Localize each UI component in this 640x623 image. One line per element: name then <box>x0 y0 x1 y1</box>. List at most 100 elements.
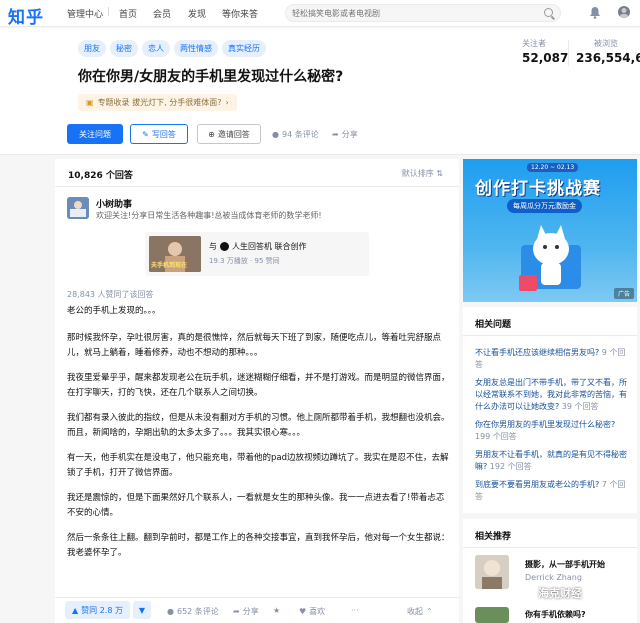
invite-user-icon: ⊕ <box>208 129 215 139</box>
related-question-item[interactable]: 到底要不要看男朋友或老公的手机? 7 个回答 <box>475 479 631 503</box>
answer-comments-label: 652 条评论 <box>176 607 219 616</box>
related-question-text[interactable]: 不让看手机还应该继续相信男友吗? <box>475 348 599 357</box>
related-question-text[interactable]: 到底要不要看男朋友或老公的手机? <box>475 480 599 489</box>
recommend-title[interactable]: 你有手机依赖吗? <box>525 609 586 620</box>
question-header: 朋友 秘密 恋人 两性情感 真实经历 你在你男/女朋友的手机里发现过什么秘密? … <box>0 28 640 155</box>
question-title: 你在你男/女朋友的手机里发现过什么秘密? <box>78 69 344 85</box>
topic-tag[interactable]: 朋友 <box>78 40 106 57</box>
like-label: 喜欢 <box>309 607 326 616</box>
nav-admin-center[interactable]: 管理中心 <box>67 7 103 20</box>
answer-share-button[interactable]: ➦ 分享 <box>233 606 259 617</box>
search-box[interactable] <box>285 4 561 22</box>
related-question-text[interactable]: 女朋友总是出门不带手机，带了又不看，所以经常联系不到她，我对此非常的苦恼，有什么… <box>475 378 627 411</box>
answer-comments-button[interactable]: ● 652 条评论 <box>167 606 219 617</box>
creator-logo-icon <box>220 242 229 251</box>
sort-label: 默认排序 <box>401 169 434 178</box>
answer-action-bar: ▲ 赞同 2.8 万 ▼ ● 652 条评论 ➦ 分享 ★ ♥ 喜欢 ··· 收… <box>55 599 459 623</box>
nav-separator: | <box>107 7 111 17</box>
author-avatar[interactable] <box>67 197 89 219</box>
recommend-title[interactable]: 摄影，从一部手机开始 <box>525 559 605 570</box>
chevron-up-icon: ⌃ <box>426 607 433 616</box>
sidebar-ad-banner[interactable]: 12.20 ~ 02.13 创作打卡挑战赛 每周瓜分万元激励金 广告 <box>463 159 637 302</box>
upvote-triangle-icon: ▲ <box>72 605 79 615</box>
related-question-item[interactable]: 男朋友不让看手机，就真的是有见不得秘密嘛? 192 个回答 <box>475 449 631 473</box>
question-comments-label: 94 条评论 <box>281 130 319 139</box>
video-card-meta: 19.3 万播放 · 95 赞同 <box>209 257 280 265</box>
downvote-button[interactable]: ▼ <box>133 601 151 619</box>
nav-discover[interactable]: 发现 <box>188 7 206 20</box>
bookmark-button[interactable]: ★ <box>273 606 280 615</box>
collection-icon: ▣ <box>86 98 94 107</box>
sort-dropdown[interactable]: 默认排序 ⇅ <box>402 168 443 179</box>
ad-subtitle: 每周瓜分万元激励金 <box>507 199 582 213</box>
answer-paragraph: 那时候我怀孕，孕吐很厉害，真的是很憔悴，然后就每天下班了到家，随便吃点儿，等着吐… <box>67 333 442 358</box>
invite-answer-button[interactable]: ⊕ 邀请回答 <box>197 124 261 144</box>
chevron-right-icon: › <box>225 98 229 107</box>
related-question-meta: 199 个回答 <box>475 432 517 441</box>
video-card-title: 与 人生回答机 联合创作 <box>209 241 307 252</box>
video-card-title-text: 人生回答机 联合创作 <box>232 242 307 251</box>
follow-question-button[interactable]: 关注问题 <box>67 124 123 144</box>
answer-paragraph: 我们都有录入彼此的指纹，但是从未没有翻对方手机的习惯。他上厕所都带着手机，我想翻… <box>67 413 450 438</box>
video-card[interactable]: 夫手机到现在 与 人生回答机 联合创作 19.3 万播放 · 95 赞同 <box>145 232 369 276</box>
topic-tag[interactable]: 真实经历 <box>222 40 266 57</box>
related-questions-panel: 相关问题 不让看手机还应该继续相信男友吗? 9 个回答 女朋友总是出门不带手机，… <box>463 307 637 513</box>
cat-mascot-icon <box>519 225 581 291</box>
related-questions-heading: 相关问题 <box>475 320 512 330</box>
related-question-meta: 39 个回答 <box>561 402 599 411</box>
upvote-button[interactable]: ▲ 赞同 2.8 万 <box>65 601 130 619</box>
video-thumbnail[interactable]: 夫手机到现在 <box>149 236 201 272</box>
question-comments-button[interactable]: ● 94 条评论 <box>272 129 319 140</box>
search-input[interactable] <box>292 7 532 20</box>
related-question-meta: 192 个回答 <box>489 462 532 471</box>
topic-tags: 朋友 秘密 恋人 两性情感 真实经历 <box>78 40 266 57</box>
recommend-author: Derrick Zhang <box>525 573 582 582</box>
comment-icon: ● <box>272 130 279 139</box>
nav-membership[interactable]: 会员 <box>153 7 171 20</box>
more-dots-icon: ··· <box>351 606 359 615</box>
author-name[interactable]: 小树助事 <box>96 197 132 210</box>
ad-badge: 广告 <box>613 288 634 299</box>
upvote-summary: 28,843 人赞同了该回答 <box>67 290 154 299</box>
search-icon[interactable] <box>544 8 553 17</box>
related-question-item[interactable]: 你在你男朋友的手机里发现过什么秘密? 199 个回答 <box>475 419 631 443</box>
more-options-button[interactable]: ··· <box>351 606 359 615</box>
video-card-prefix: 与 <box>209 242 217 251</box>
divider <box>463 335 637 336</box>
divider <box>55 597 459 598</box>
views-stat: 被浏览 236,554,640 <box>568 38 640 65</box>
nav-waiting-answer[interactable]: 等你来答 <box>222 7 258 20</box>
ad-date: 12.20 ~ 02.13 <box>527 163 579 172</box>
related-question-item[interactable]: 不让看手机还应该继续相信男友吗? 9 个回答 <box>475 347 631 371</box>
author-bio: 欢迎关注!分享日常生活各种趣事!总被当成体育老师的数学老师! <box>96 211 322 220</box>
followers-count: 52,087 <box>522 51 569 65</box>
user-avatar[interactable] <box>618 6 630 18</box>
recommend-thumbnail[interactable] <box>475 555 509 589</box>
video-thumbnail-caption: 夫手机到现在 <box>151 262 188 269</box>
recommend-thumbnail[interactable] <box>475 607 509 623</box>
answer-paragraph: 老公的手机上发现的。。。 <box>67 306 161 316</box>
collapse-label: 收起 <box>407 607 423 616</box>
related-question-item[interactable]: 女朋友总是出门不带手机，带了又不看，所以经常联系不到她，我对此非常的苦恼，有什么… <box>475 377 631 413</box>
write-answer-button[interactable]: ✎ 写回答 <box>130 124 188 144</box>
followers-stat: 关注者 52,087 <box>522 38 568 65</box>
like-button[interactable]: ♥ 喜欢 <box>299 606 325 617</box>
topic-tag[interactable]: 两性情感 <box>174 40 218 57</box>
answer-list: 10,826 个回答 默认排序 ⇅ 小树助事 欢迎关注!分享日常生活各种趣事!总… <box>55 159 459 623</box>
zhihu-logo[interactable]: 知乎 <box>8 3 44 28</box>
collapse-button[interactable]: 收起 ⌃ <box>407 606 433 617</box>
answer-paragraph: 我还是震惊的，但是下面果然好几个联系人，一看就是女生的那种头像。我一一点进去看了… <box>67 493 445 518</box>
topic-tag[interactable]: 秘密 <box>110 40 138 57</box>
topic-tag[interactable]: 恋人 <box>142 40 170 57</box>
question-share-button[interactable]: ➦ 分享 <box>332 129 358 140</box>
recommend-heading: 相关推荐 <box>475 532 512 542</box>
bookmark-icon: ★ <box>273 606 281 615</box>
nav-home[interactable]: 首页 <box>119 7 137 20</box>
notification-bell-icon[interactable] <box>589 6 601 19</box>
answer-count: 10,826 个回答 <box>68 171 133 181</box>
ad-title: 创作打卡挑战赛 <box>475 179 601 199</box>
recommend-panel: 相关推荐 摄影，从一部手机开始 Derrick Zhang 你有手机依赖吗? <box>463 519 637 623</box>
invite-answer-label: 邀请回答 <box>217 129 250 139</box>
related-question-text[interactable]: 你在你男朋友的手机里发现过什么秘密? <box>475 420 615 429</box>
collection-banner[interactable]: ▣ 专题收录 拔光灯下, 分手很难体面? › <box>78 94 237 111</box>
